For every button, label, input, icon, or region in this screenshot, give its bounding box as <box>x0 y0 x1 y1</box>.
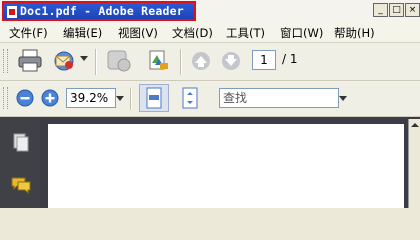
title-bar: Doc1.pdf - Adobe Reader _ □ × <box>0 0 420 23</box>
comments-icon[interactable] <box>10 175 32 195</box>
find-input[interactable]: 查找 <box>219 88 339 108</box>
toolbar-separator <box>130 88 131 110</box>
sign-document-icon[interactable] <box>146 49 170 73</box>
page-total: / 1 <box>282 52 298 66</box>
zoom-level-input[interactable]: 39.2% <box>66 88 116 108</box>
menu-file[interactable]: 文件(F) <box>9 25 48 41</box>
menu-tools[interactable]: 工具(T) <box>226 25 265 41</box>
menu-view[interactable]: 视图(V) <box>118 25 158 41</box>
chevron-down-icon[interactable] <box>339 96 347 102</box>
toolbar-grip[interactable] <box>3 87 8 109</box>
maximize-button[interactable]: □ <box>389 3 404 17</box>
chevron-down-icon[interactable] <box>80 56 88 62</box>
window-title: Doc1.pdf - Adobe Reader <box>20 4 184 18</box>
toolbar-separator <box>180 49 181 75</box>
menu-bar: 文件(F) 编辑(E) 视图(V) 文档(D) 工具(T) 窗口(W) 帮助(H… <box>0 22 420 43</box>
fit-page-icon[interactable] <box>178 86 202 110</box>
zoom-toolbar <box>0 81 420 117</box>
previous-page-icon <box>192 52 210 70</box>
page-number-input[interactable]: 1 <box>252 50 276 70</box>
pages-icon[interactable] <box>12 132 30 152</box>
close-button[interactable]: × <box>405 3 420 17</box>
chevron-down-icon[interactable] <box>116 96 124 102</box>
navigation-pane <box>0 117 40 208</box>
toolbar-grip[interactable] <box>3 49 8 73</box>
email-share-icon[interactable] <box>52 48 78 74</box>
minimize-button[interactable]: _ <box>373 3 388 17</box>
fit-width-icon <box>146 87 162 109</box>
next-page-icon <box>222 52 240 70</box>
menu-help[interactable]: 帮助(H) <box>334 25 375 41</box>
toolbar-separator <box>95 49 96 75</box>
menu-edit[interactable]: 编辑(E) <box>63 25 102 41</box>
fit-width-button[interactable] <box>139 84 169 112</box>
scroll-up-icon[interactable] <box>410 121 420 129</box>
menu-window[interactable]: 窗口(W) <box>280 25 323 41</box>
print-icon[interactable] <box>16 48 44 74</box>
collaborate-icon <box>107 50 131 72</box>
document-page <box>48 124 404 208</box>
vertical-scrollbar[interactable] <box>408 119 420 208</box>
zoom-out-icon[interactable] <box>16 89 34 107</box>
zoom-in-icon[interactable] <box>41 89 59 107</box>
window-title-highlight: Doc1.pdf - Adobe Reader <box>2 1 196 21</box>
menu-document[interactable]: 文档(D) <box>172 25 213 41</box>
pdf-icon <box>7 6 17 18</box>
